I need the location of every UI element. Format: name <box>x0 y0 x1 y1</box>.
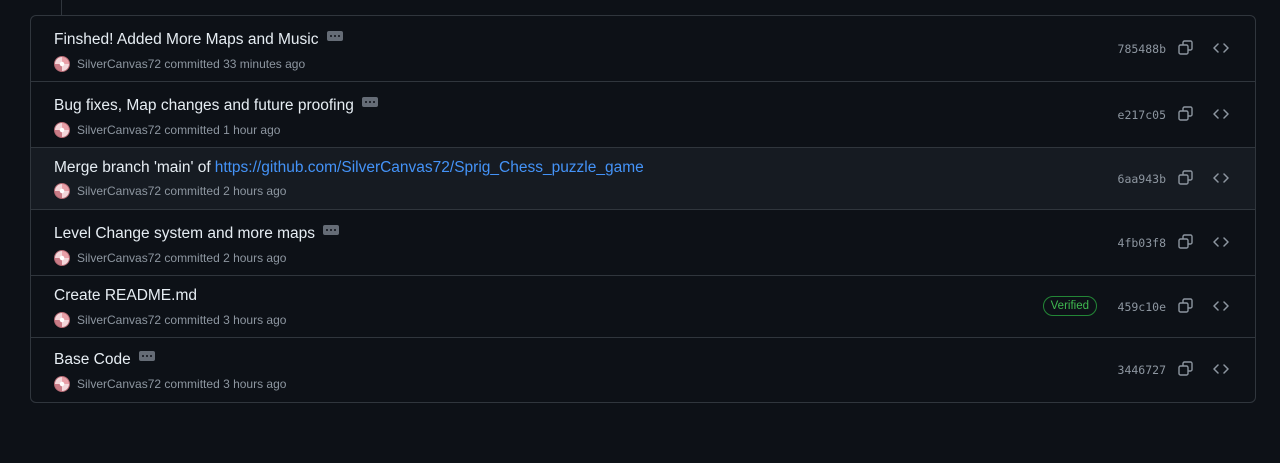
kebab-horizontal-icon[interactable] <box>361 97 378 107</box>
commit-message-link[interactable]: Create README.md <box>54 287 197 305</box>
commit-list: Finshed! Added More Maps and Music Silve… <box>30 15 1256 403</box>
commit-sha-link[interactable]: 4fb03f8 <box>1118 236 1166 250</box>
code-icon[interactable] <box>1213 234 1231 252</box>
avatar[interactable] <box>54 56 70 72</box>
commit-title: Level Change system and more maps <box>54 225 340 243</box>
commit-meta: SilverCanvas72 committed 33 minutes ago <box>54 56 305 72</box>
commit-time: committed 3 hours ago <box>164 377 287 391</box>
copy-icon[interactable] <box>1178 298 1196 316</box>
commit-title: Merge branch 'main' of https://github.co… <box>54 159 644 177</box>
commit-time: committed 2 hours ago <box>164 251 287 265</box>
commit-message-link[interactable]: Base Code <box>54 351 131 369</box>
avatar[interactable] <box>54 376 70 392</box>
commit-message-link[interactable]: Bug fixes, Map changes and future proofi… <box>54 97 354 115</box>
commit-time: committed 2 hours ago <box>164 184 287 198</box>
commit-sha-link[interactable]: 6aa943b <box>1118 172 1166 186</box>
author-link[interactable]: SilverCanvas72 <box>77 184 161 198</box>
author-link[interactable]: SilverCanvas72 <box>77 123 161 137</box>
code-icon[interactable] <box>1213 361 1231 379</box>
commit-meta: SilverCanvas72 committed 2 hours ago <box>54 183 286 199</box>
commit-sha-link[interactable]: 3446727 <box>1118 363 1166 377</box>
kebab-horizontal-icon[interactable] <box>138 351 155 361</box>
commit-title: Create README.md <box>54 287 197 305</box>
code-icon[interactable] <box>1213 40 1231 58</box>
commit-message-link[interactable]: Level Change system and more maps <box>54 225 315 243</box>
code-icon[interactable] <box>1213 106 1231 124</box>
commit-meta: SilverCanvas72 committed 3 hours ago <box>54 312 286 328</box>
copy-icon[interactable] <box>1178 170 1196 188</box>
commit-message-link[interactable]: Merge branch 'main' of <box>54 159 211 177</box>
commit-meta: SilverCanvas72 committed 1 hour ago <box>54 122 280 138</box>
commit-url-link[interactable]: https://github.com/SilverCanvas72/Sprig_… <box>215 159 644 177</box>
commit-title: Base Code <box>54 351 155 369</box>
commit-meta: SilverCanvas72 committed 3 hours ago <box>54 376 286 392</box>
avatar[interactable] <box>54 122 70 138</box>
commit-row: Base Code SilverCanvas72 committed 3 hou… <box>31 338 1255 402</box>
author-link[interactable]: SilverCanvas72 <box>77 377 161 391</box>
commit-row: Create README.md SilverCanvas72 committe… <box>31 276 1255 338</box>
commit-sha-link[interactable]: 785488b <box>1118 42 1166 56</box>
author-link[interactable]: SilverCanvas72 <box>77 251 161 265</box>
copy-icon[interactable] <box>1178 106 1196 124</box>
commit-sha-link[interactable]: 459c10e <box>1118 300 1166 314</box>
commit-row: Merge branch 'main' of https://github.co… <box>31 148 1255 210</box>
commit-row: Level Change system and more maps Silver… <box>31 210 1255 276</box>
copy-icon[interactable] <box>1178 234 1196 252</box>
commit-message-link[interactable]: Finshed! Added More Maps and Music <box>54 31 319 49</box>
code-icon[interactable] <box>1213 298 1231 316</box>
commit-sha-link[interactable]: e217c05 <box>1118 108 1166 122</box>
author-link[interactable]: SilverCanvas72 <box>77 313 161 327</box>
timeline-line <box>61 0 62 15</box>
copy-icon[interactable] <box>1178 361 1196 379</box>
commit-row: Bug fixes, Map changes and future proofi… <box>31 82 1255 148</box>
commit-row: Finshed! Added More Maps and Music Silve… <box>31 16 1255 82</box>
avatar[interactable] <box>54 183 70 199</box>
commit-time: committed 33 minutes ago <box>164 57 306 71</box>
author-link[interactable]: SilverCanvas72 <box>77 57 161 71</box>
code-icon[interactable] <box>1213 170 1231 188</box>
commit-time: committed 3 hours ago <box>164 313 287 327</box>
avatar[interactable] <box>54 312 70 328</box>
kebab-horizontal-icon[interactable] <box>326 31 343 41</box>
kebab-horizontal-icon[interactable] <box>323 225 340 235</box>
avatar[interactable] <box>54 250 70 266</box>
copy-icon[interactable] <box>1178 40 1196 58</box>
verified-badge[interactable]: Verified <box>1042 296 1097 316</box>
commit-time: committed 1 hour ago <box>164 123 281 137</box>
commit-meta: SilverCanvas72 committed 2 hours ago <box>54 250 286 266</box>
commit-title: Bug fixes, Map changes and future proofi… <box>54 97 378 115</box>
commit-title: Finshed! Added More Maps and Music <box>54 31 343 49</box>
